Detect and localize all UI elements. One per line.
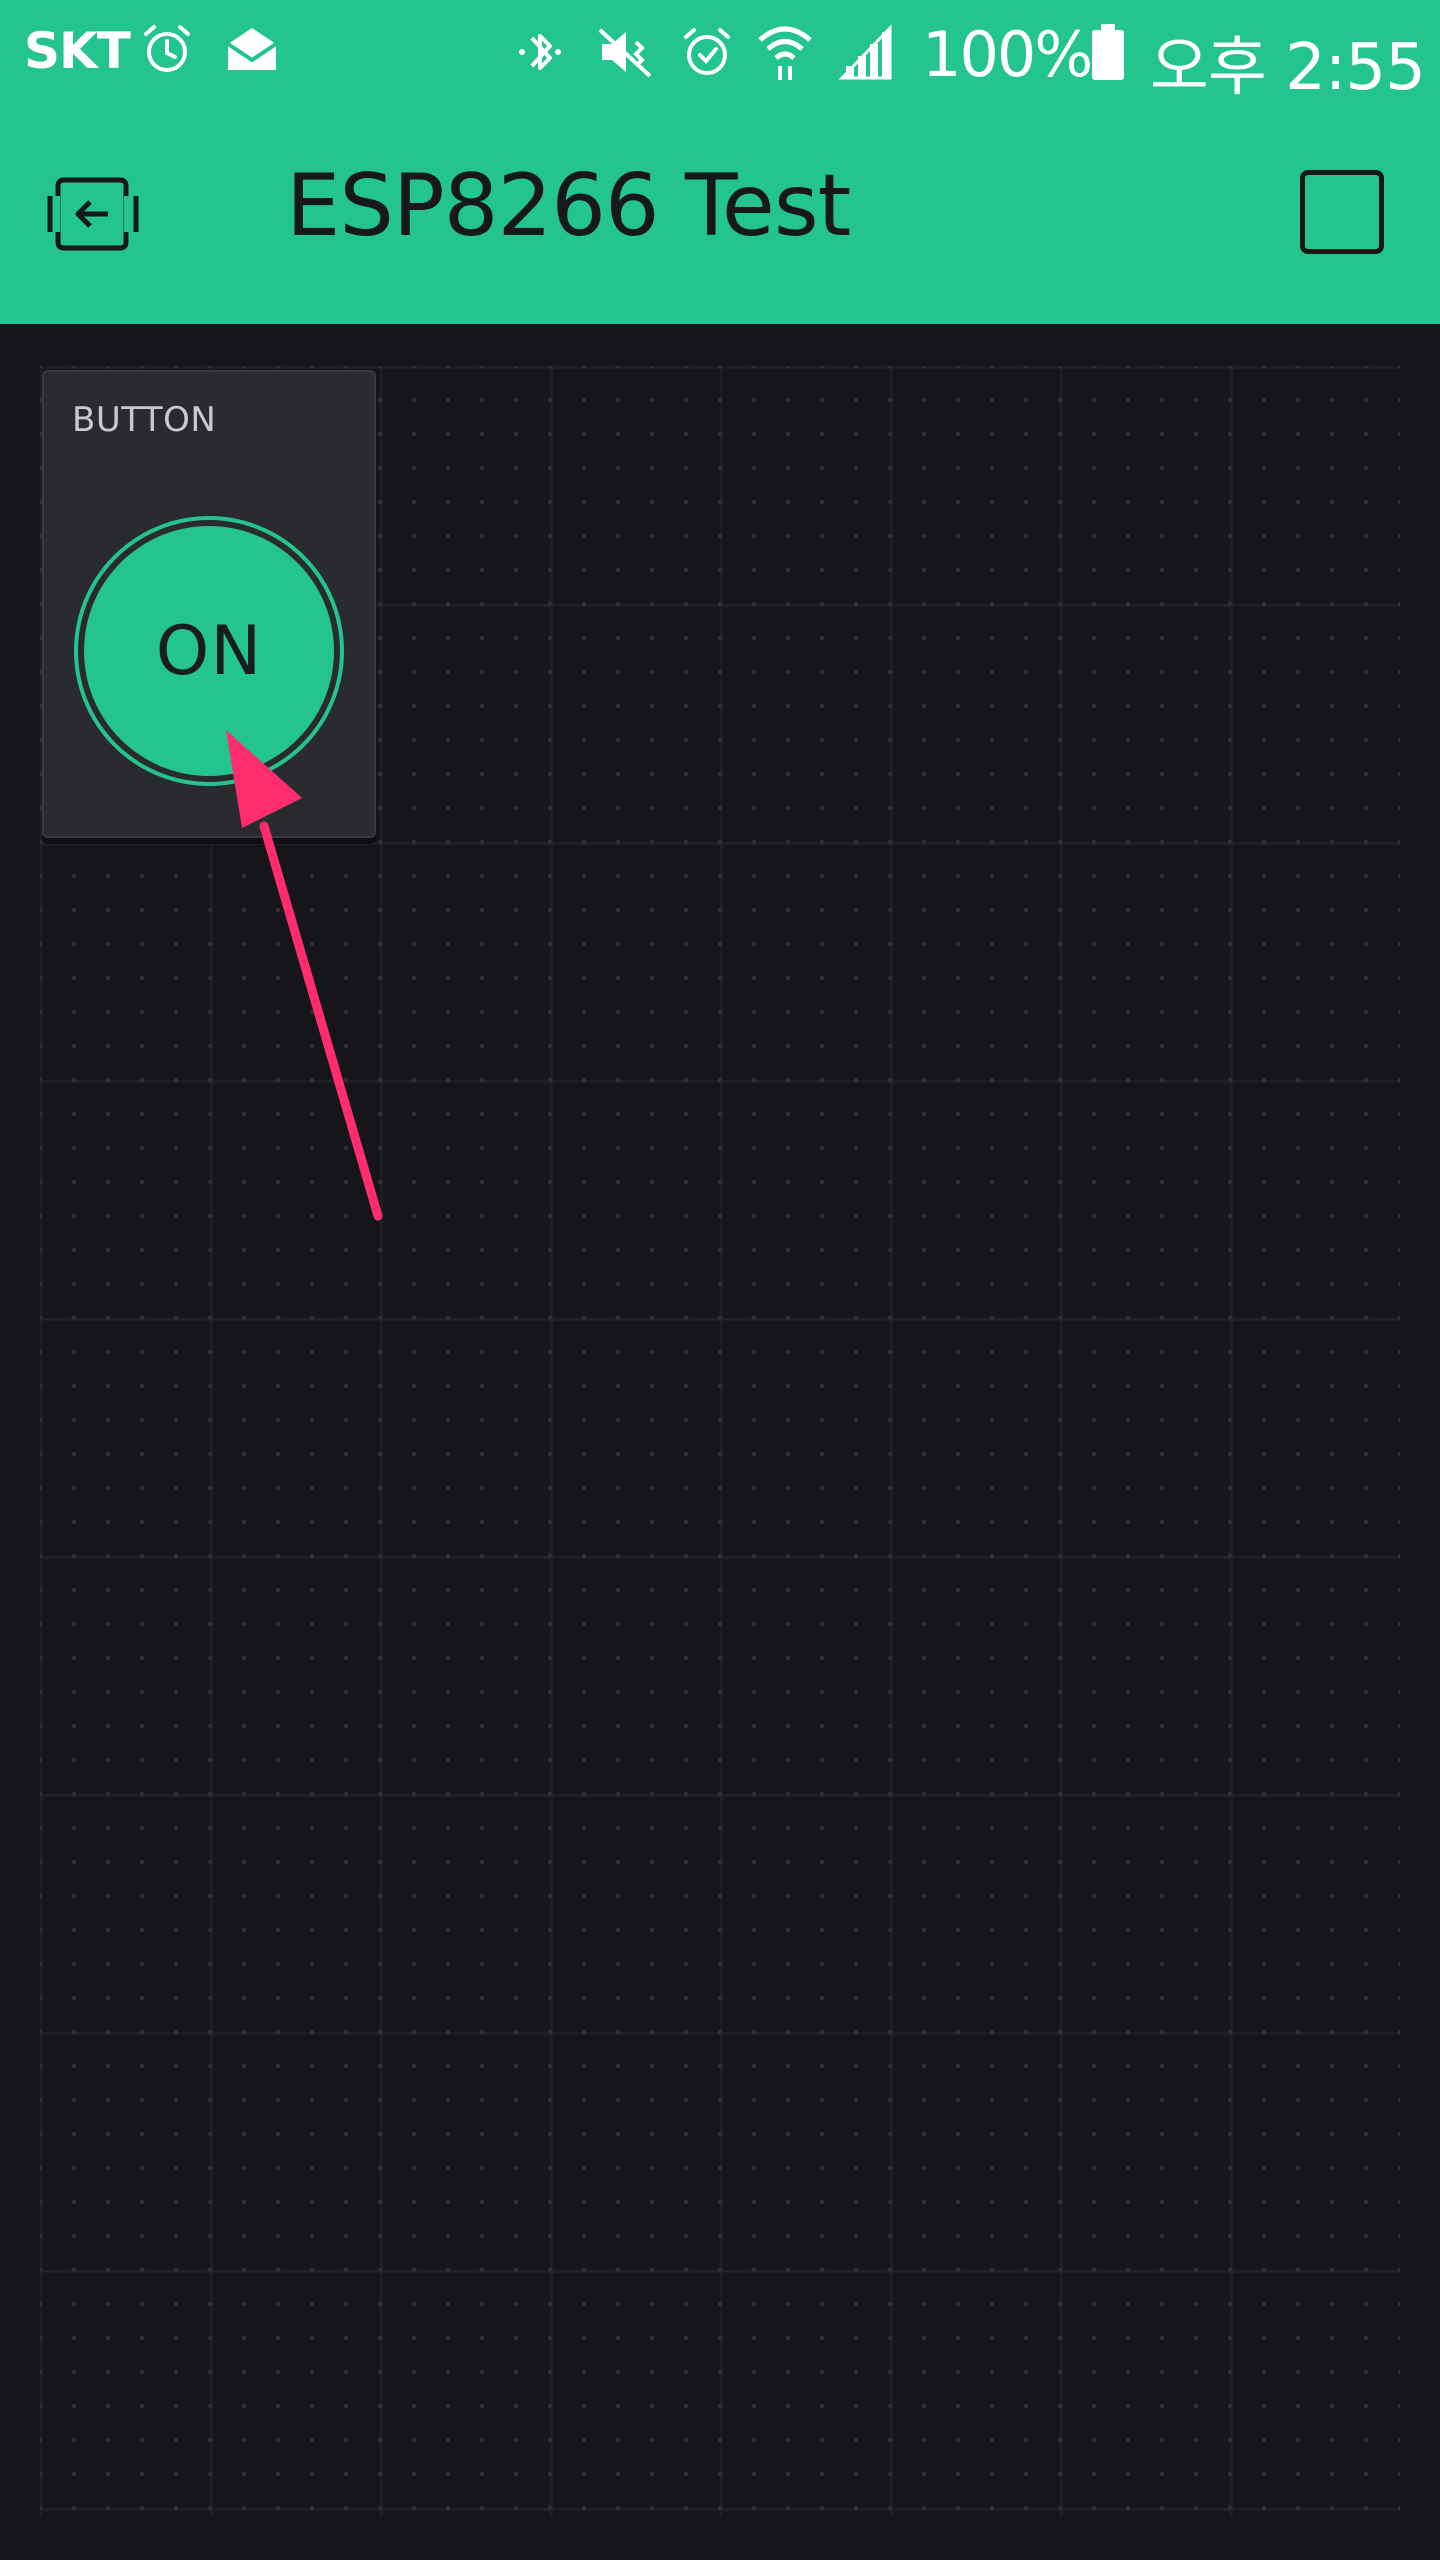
status-bar: SKT 100% 오후 2:55	[0, 0, 1440, 105]
mail-icon	[224, 22, 280, 76]
on-toggle-button[interactable]: ON	[74, 516, 344, 786]
exit-icon	[47, 177, 142, 251]
alarm-icon	[680, 25, 734, 79]
page-title: ESP8266 Test	[286, 156, 851, 256]
app-header: ESP8266 Test	[0, 104, 1440, 324]
clock: 오후 2:55	[1150, 31, 1426, 105]
battery-icon	[1090, 22, 1126, 82]
status-left-icons	[140, 22, 280, 76]
mute-icon	[592, 22, 658, 82]
blynk-app: SKT 100% 오후 2:55 ESP8266 Test BUTTON ON	[0, 0, 1440, 2560]
bluetooth-icon	[510, 22, 570, 82]
widget-label: BUTTON	[72, 400, 217, 440]
button-widget[interactable]: BUTTON ON	[42, 370, 376, 838]
signal-icon	[836, 22, 896, 82]
carrier-label: SKT	[24, 22, 131, 80]
wifi-icon	[756, 22, 814, 82]
exit-button[interactable]	[46, 166, 142, 262]
battery-percent: 100%	[922, 18, 1093, 91]
status-right-icons	[510, 22, 896, 82]
alarm-icon	[140, 22, 194, 76]
stop-button[interactable]	[1300, 170, 1384, 254]
on-button-label: ON	[84, 526, 334, 776]
